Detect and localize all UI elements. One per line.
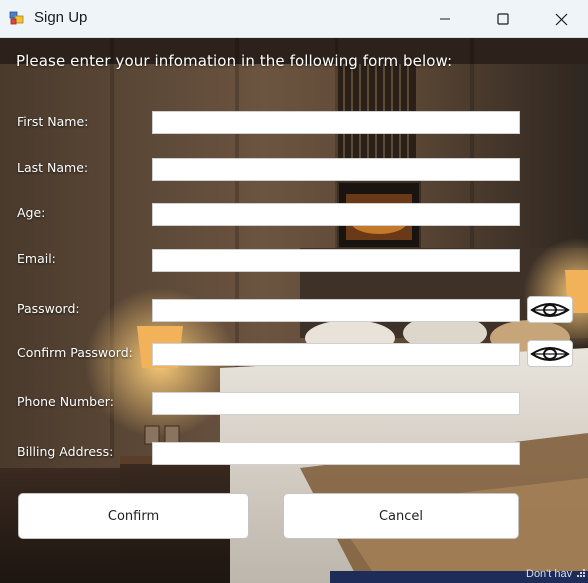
maximize-icon: [497, 13, 509, 25]
show-confirm-password-button[interactable]: [527, 340, 573, 367]
last-name-field[interactable]: [152, 158, 520, 181]
app-icon: [9, 10, 25, 26]
cancel-button[interactable]: Cancel: [283, 493, 519, 539]
window-title: Sign Up: [34, 9, 88, 26]
password-label: Password:: [17, 301, 80, 316]
form-heading: Please enter your infomation in the foll…: [16, 52, 453, 70]
email-label: Email:: [17, 251, 56, 266]
billing-address-label: Billing Address:: [17, 444, 114, 459]
close-icon: [555, 13, 567, 25]
last-name-label: Last Name:: [17, 160, 89, 175]
partial-link-text[interactable]: Don't hav: [526, 568, 572, 580]
minimize-icon: [440, 18, 450, 20]
phone-number-label: Phone Number:: [17, 394, 114, 409]
age-field[interactable]: [152, 203, 520, 226]
password-field[interactable]: [152, 299, 520, 322]
eye-icon: [530, 346, 570, 361]
close-button[interactable]: [538, 0, 584, 38]
confirm-password-label: Confirm Password:: [17, 345, 133, 360]
title-bar: Sign Up: [0, 0, 588, 38]
signup-window: Sign Up Please enter your infomation in …: [0, 0, 588, 583]
email-field[interactable]: [152, 249, 520, 272]
confirm-password-field[interactable]: [152, 343, 520, 366]
show-password-button[interactable]: [527, 296, 573, 323]
first-name-label: First Name:: [17, 114, 89, 129]
maximize-button[interactable]: [480, 0, 526, 38]
form-client-area: Please enter your infomation in the foll…: [0, 38, 588, 583]
phone-number-field[interactable]: [152, 392, 520, 415]
resize-grip-icon[interactable]: [574, 566, 586, 578]
eye-icon: [530, 302, 570, 317]
billing-address-field[interactable]: [152, 442, 520, 465]
first-name-field[interactable]: [152, 111, 520, 134]
age-label: Age:: [17, 205, 46, 220]
minimize-button[interactable]: [422, 0, 468, 38]
confirm-button[interactable]: Confirm: [18, 493, 249, 539]
